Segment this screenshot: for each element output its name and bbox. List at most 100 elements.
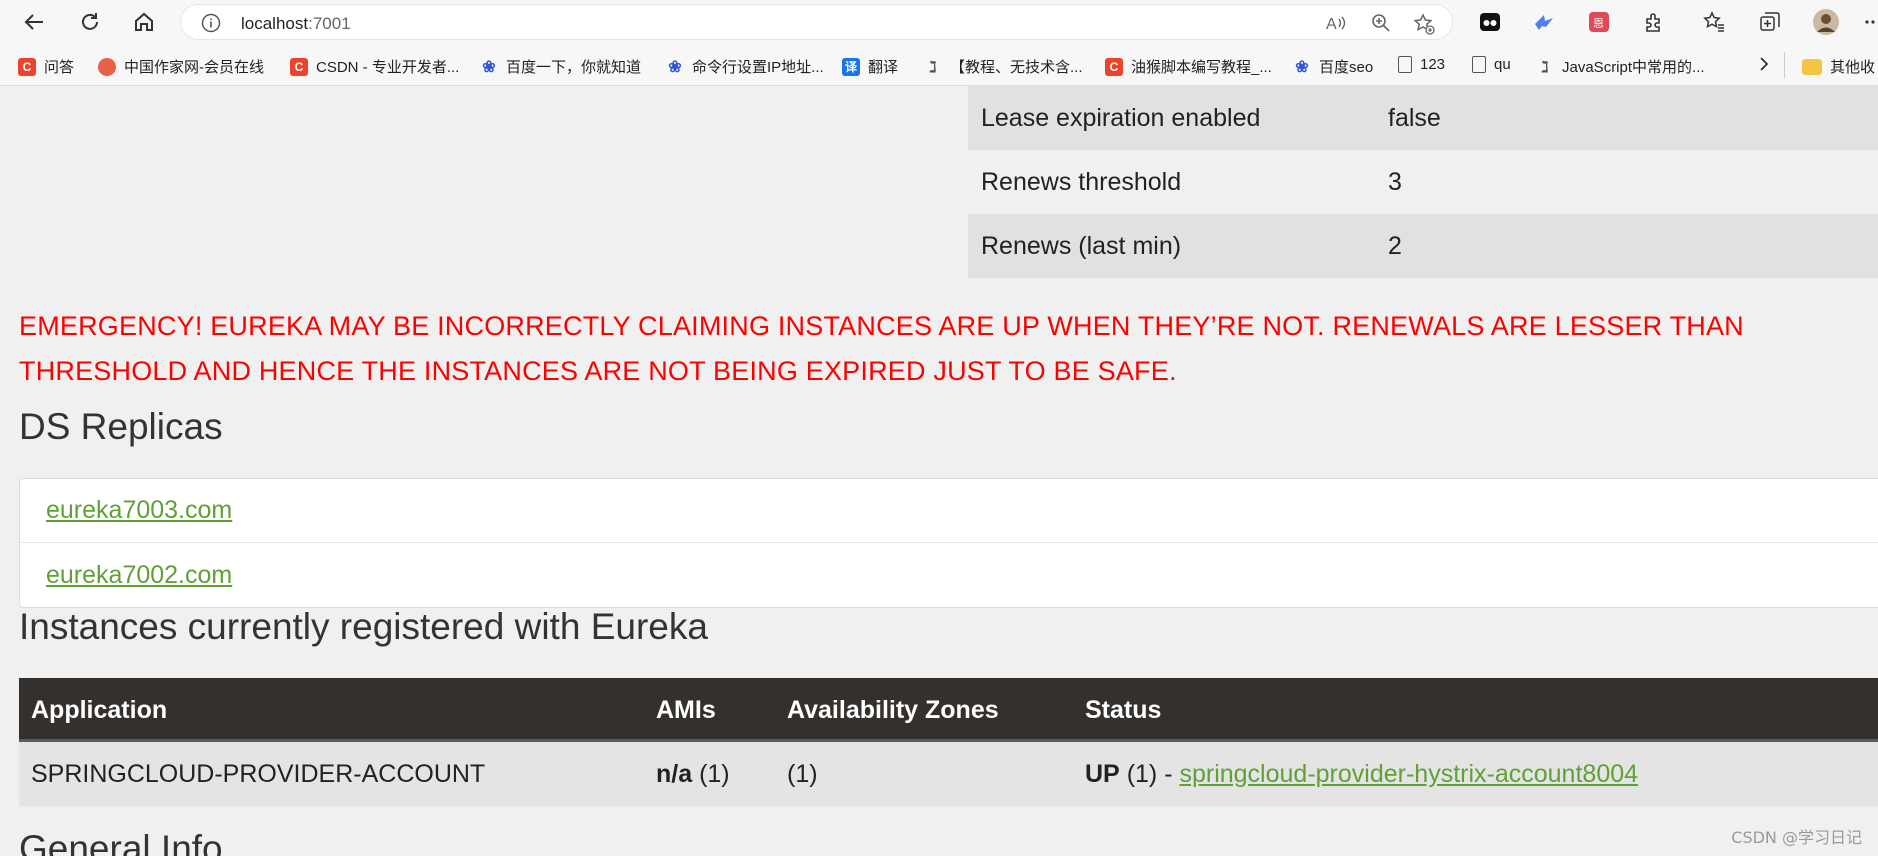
site-icon: [98, 57, 116, 76]
amis-cell: n/a (1): [656, 742, 730, 806]
url-port: :7001: [308, 14, 351, 33]
bookmark-item[interactable]: ℷ 【教程、无技术含...: [924, 56, 1083, 77]
back-button[interactable]: [20, 8, 48, 36]
read-aloud-icon[interactable]: A: [1326, 13, 1348, 37]
status-value: 3: [1388, 167, 1402, 196]
collections-icon[interactable]: [1756, 8, 1784, 36]
bookmark-item[interactable]: 123: [1398, 56, 1445, 73]
refresh-icon: [82, 13, 98, 30]
url-text: localhost:7001: [241, 14, 351, 34]
column-header: Status: [1085, 696, 1162, 724]
column-header: Availability Zones: [787, 696, 999, 724]
bookmark-item[interactable]: C 油猴脚本编写教程_...: [1105, 56, 1272, 77]
translate-icon: 译: [842, 57, 860, 76]
status-up: UP: [1085, 760, 1120, 788]
bookmarks-bar: C 问答 中国作家网-会员在线 C CSDN - 专业开发者... ❀ 百度一下，你就…: [0, 44, 1878, 86]
bookmark-item[interactable]: C CSDN - 专业开发者...: [290, 56, 459, 77]
red-extension-icon[interactable]: 恩: [1585, 8, 1613, 36]
bookmark-label: 123: [1420, 56, 1446, 73]
status-row: Renews (last min) 2: [968, 214, 1878, 278]
zoom-icon[interactable]: [1371, 13, 1391, 37]
site-info-icon[interactable]: [201, 13, 221, 37]
bookmark-item[interactable]: ❀ 命令行设置IP地址...: [666, 56, 824, 77]
bookmarks-overflow-button[interactable]: [1758, 56, 1770, 72]
emergency-warning: EMERGENCY! EUREKA MAY BE INCORRECTLY CLA…: [19, 311, 1744, 386]
bookmark-label: qu: [1494, 56, 1511, 73]
status-value: false: [1388, 103, 1441, 132]
table-header: Application AMIs Availability Zones Stat…: [19, 678, 1878, 742]
bookmark-folder[interactable]: 其他收: [1802, 56, 1875, 77]
folder-icon: [1802, 58, 1822, 75]
favorites-icon[interactable]: [1700, 8, 1728, 36]
bookmark-item[interactable]: qu: [1472, 56, 1511, 73]
bookmark-item[interactable]: ❀ 百度seo: [1293, 56, 1373, 77]
status-table: Lease expiration enabled false Renews th…: [968, 86, 1878, 278]
baidu-paw-icon: ❀: [668, 58, 682, 76]
svg-text:A: A: [1326, 16, 1337, 33]
add-favorite-icon[interactable]: [1413, 13, 1435, 39]
svg-text:恩: 恩: [1593, 17, 1604, 30]
bookmark-label: 问答: [44, 59, 75, 76]
list-item: eureka7002.com: [20, 543, 1878, 607]
status-key: Renews threshold: [981, 167, 1182, 196]
browser-toolbar: localhost:7001 A 恩: [0, 0, 1878, 44]
bookmark-item[interactable]: C 问答: [18, 56, 74, 77]
status-row: Renews threshold 3: [968, 150, 1878, 214]
bookmark-label: JavaScript中常用的...: [1562, 59, 1705, 76]
replicas-heading: DS Replicas: [19, 406, 223, 447]
list-item: eureka7003.com: [20, 479, 1878, 543]
bookmark-label: 百度seo: [1319, 59, 1374, 76]
extensions-puzzle-icon[interactable]: [1640, 8, 1668, 36]
bookmark-label: 命令行设置IP地址...: [692, 59, 824, 76]
csdn-c-icon: C: [18, 57, 36, 76]
application-name: SPRINGCLOUD-PROVIDER-ACCOUNT: [31, 760, 486, 788]
more-icon[interactable]: [1862, 8, 1878, 36]
chevron-right-icon: [1760, 57, 1769, 71]
status-key: Renews (last min): [981, 231, 1182, 260]
profile-avatar[interactable]: [1812, 8, 1840, 36]
file-icon: [1472, 56, 1486, 73]
status-cell: UP (1) - springcloud-provider-hystrix-ac…: [1085, 742, 1638, 806]
bookmark-label: 百度一下，你就知道: [506, 59, 642, 76]
baidu-paw-icon: ❀: [1295, 58, 1309, 76]
replicas-list: eureka7003.com eureka7002.com: [19, 478, 1878, 608]
url-host: localhost: [241, 14, 309, 33]
back-arrow-icon: [24, 14, 43, 30]
home-button[interactable]: [130, 8, 158, 36]
bookmark-label: 【教程、无技术含...: [950, 59, 1083, 76]
status-value: 2: [1388, 231, 1402, 260]
csdn-c-icon: C: [1105, 57, 1123, 76]
bookmark-label: 中国作家网-会员在线: [124, 59, 264, 76]
address-bar[interactable]: localhost:7001 A: [180, 4, 1453, 40]
csdn-c-icon: C: [290, 57, 308, 76]
instances-table: Application AMIs Availability Zones Stat…: [19, 678, 1878, 806]
general-info-heading: General Info: [19, 828, 223, 856]
column-header: Application: [31, 696, 168, 724]
amis-value: n/a: [656, 760, 693, 788]
replica-link[interactable]: eureka7002.com: [46, 561, 232, 590]
column-header: AMIs: [656, 696, 716, 724]
watermark: CSDN @学习日记: [1731, 828, 1862, 847]
instance-link[interactable]: springcloud-provider-hystrix-account8004: [1179, 760, 1638, 788]
baidu-paw-icon: ❀: [482, 58, 496, 76]
amis-count: (1): [699, 760, 730, 788]
zones-cell: (1): [787, 760, 818, 788]
home-icon: [135, 12, 153, 31]
tampermonkey-icon: ℷ: [1541, 58, 1549, 76]
bookmark-item[interactable]: 译翻译: [842, 56, 898, 77]
bird-extension-icon[interactable]: [1530, 8, 1558, 36]
extension-icon[interactable]: [1476, 8, 1504, 36]
bookmarks-divider: [1784, 52, 1785, 78]
bookmark-item[interactable]: 中国作家网-会员在线: [98, 56, 264, 77]
bookmark-item[interactable]: ❀ 百度一下，你就知道: [480, 56, 641, 77]
file-icon: [1398, 56, 1412, 73]
status-key: Lease expiration enabled: [981, 103, 1261, 132]
bookmark-label: CSDN - 专业开发者...: [316, 59, 460, 76]
bookmark-item[interactable]: ℷ JavaScript中常用的...: [1536, 56, 1705, 77]
status-row: Lease expiration enabled false: [968, 86, 1878, 150]
tampermonkey-icon: ℷ: [929, 58, 937, 76]
status-count: (1) -: [1126, 760, 1173, 788]
refresh-button[interactable]: [76, 8, 104, 36]
table-row: SPRINGCLOUD-PROVIDER-ACCOUNT n/a (1) (1)…: [19, 742, 1878, 806]
replica-link[interactable]: eureka7003.com: [46, 496, 232, 525]
